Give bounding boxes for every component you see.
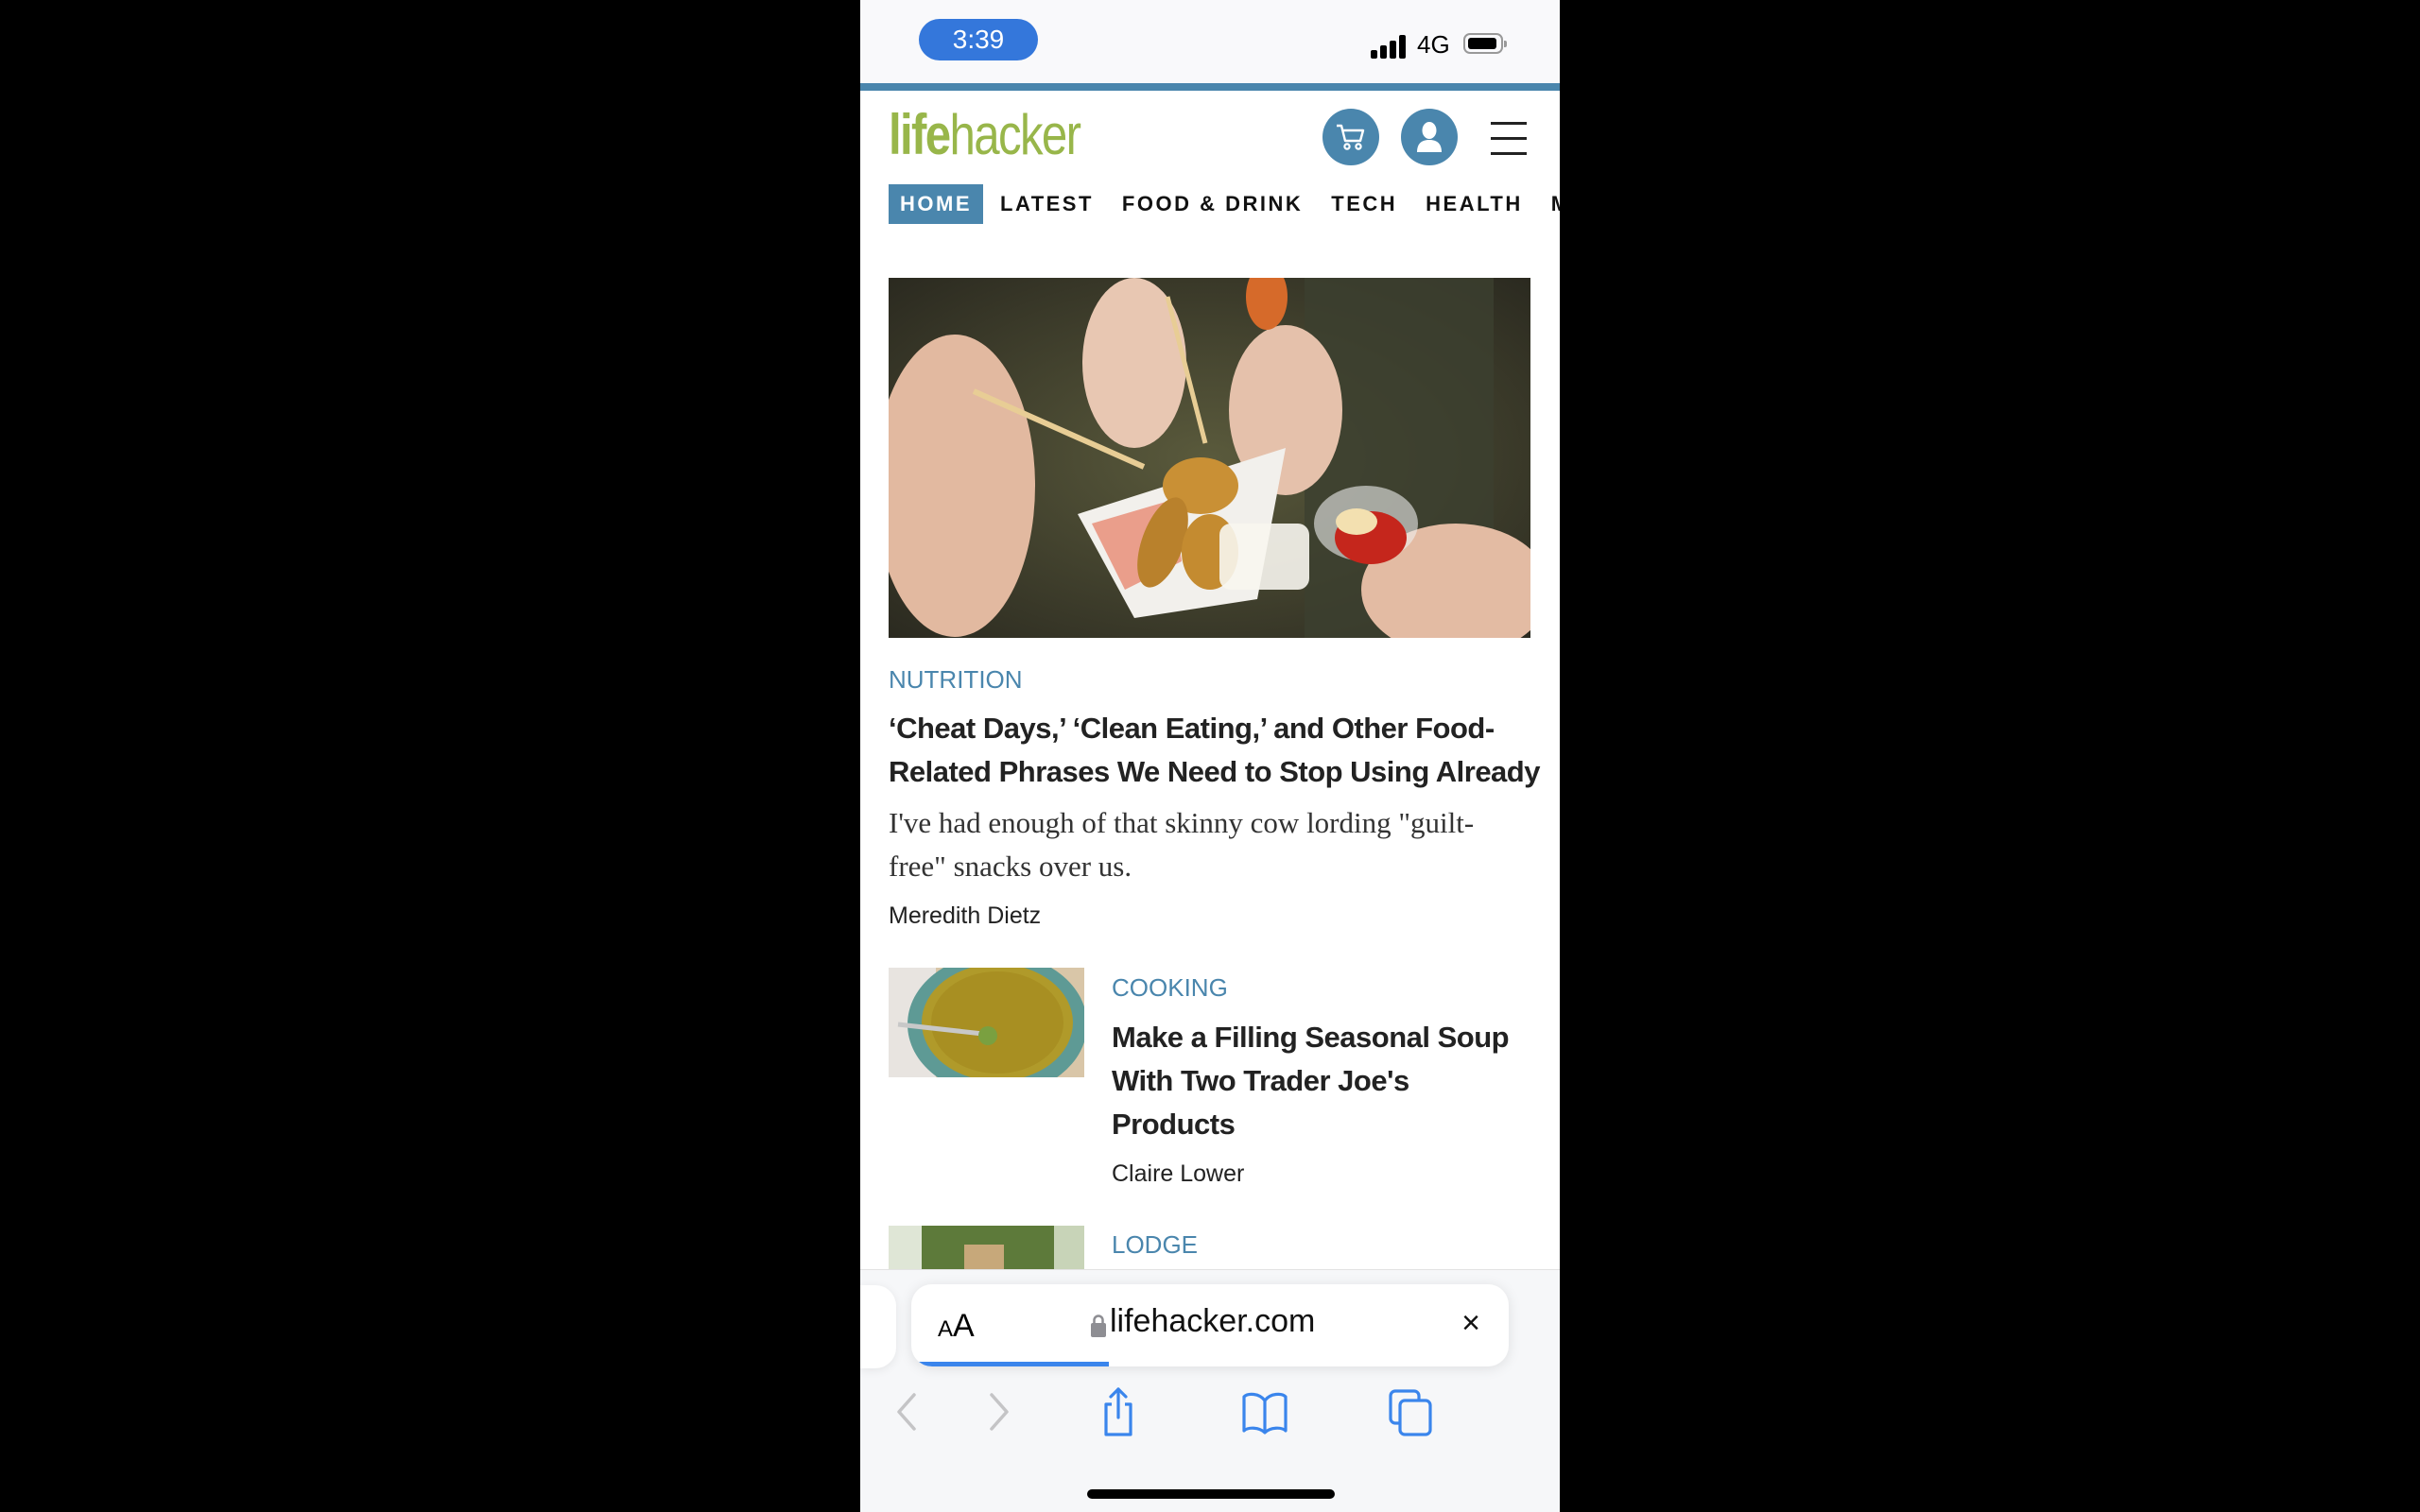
food-photo bbox=[889, 278, 1530, 638]
nav-tech[interactable]: TECH bbox=[1331, 184, 1397, 224]
featured-author[interactable]: Meredith Dietz bbox=[889, 902, 1041, 930]
site-logo[interactable]: lifehacker bbox=[889, 102, 1081, 167]
article-headline[interactable]: Make a Filling Seasonal Soup With Two Tr… bbox=[1112, 1016, 1537, 1146]
featured-summary: I've had enough of that skinny cow lordi… bbox=[889, 801, 1541, 888]
page-load-progress bbox=[911, 1362, 1109, 1366]
bookmarks-icon[interactable] bbox=[1238, 1385, 1291, 1438]
nav-food-drink[interactable]: FOOD & DRINK bbox=[1122, 184, 1303, 224]
share-icon[interactable] bbox=[1092, 1385, 1145, 1438]
headline-line: Make a Filling Seasonal Soup bbox=[1112, 1021, 1510, 1054]
tabs-icon[interactable] bbox=[1385, 1385, 1438, 1438]
soup-photo bbox=[889, 968, 1084, 1077]
article-thumbnail[interactable] bbox=[889, 968, 1084, 1077]
forward-icon[interactable] bbox=[972, 1385, 1025, 1438]
cart-icon bbox=[1337, 124, 1365, 150]
featured-headline[interactable]: ‘Cheat Days,’ ‘Clean Eating,’ and Other … bbox=[889, 707, 1541, 794]
nav-health[interactable]: HEALTH bbox=[1426, 184, 1523, 224]
nav-latest[interactable]: LATEST bbox=[1000, 184, 1094, 224]
account-button[interactable] bbox=[1401, 109, 1458, 165]
stop-loading-button[interactable]: × bbox=[1461, 1305, 1480, 1342]
browser-toolbar: AA lifehacker.com × bbox=[860, 1269, 1560, 1512]
headline-line: Related Phrases We Need to Stop Using Al… bbox=[889, 755, 1540, 788]
hamburger-icon[interactable] bbox=[1491, 119, 1527, 157]
address-bar[interactable]: AA lifehacker.com × bbox=[911, 1284, 1509, 1366]
cart-button[interactable] bbox=[1322, 109, 1379, 165]
article-thumbnail[interactable] bbox=[889, 1226, 1084, 1273]
signal-icon bbox=[1371, 34, 1409, 59]
headline-line: Products bbox=[1112, 1108, 1236, 1141]
user-icon bbox=[1417, 122, 1442, 152]
logo-light-text: hacker bbox=[949, 103, 1081, 166]
network-type: 4G bbox=[1417, 30, 1450, 59]
aa-small: A bbox=[938, 1316, 954, 1342]
headline-line: With Two Trader Joe's bbox=[1112, 1064, 1409, 1097]
nav-more[interactable]: MORE bbox=[1551, 184, 1560, 224]
text-size-button[interactable]: AA bbox=[938, 1308, 975, 1345]
phone-screen: 3:39 4G lifehacker HOME LATEST FOOD & DR… bbox=[860, 0, 1560, 1512]
headline-line: ‘Cheat Days,’ ‘Clean Eating,’ and Other … bbox=[889, 712, 1495, 745]
article-category[interactable]: COOKING bbox=[1112, 973, 1228, 1003]
featured-category[interactable]: NUTRITION bbox=[889, 665, 1023, 695]
article-category[interactable]: LODGE bbox=[1112, 1230, 1198, 1260]
summary-line: I've had enough of that skinny cow lordi… bbox=[889, 806, 1475, 839]
home-indicator[interactable] bbox=[1087, 1489, 1335, 1499]
main-nav: HOME LATEST FOOD & DRINK TECH HEALTH MOR… bbox=[889, 184, 1560, 224]
summary-line: free" snacks over us. bbox=[889, 850, 1132, 883]
status-bar: 3:39 4G bbox=[860, 0, 1560, 83]
battery-icon bbox=[1463, 33, 1507, 54]
logo-bold-text: life bbox=[889, 103, 951, 166]
url-text[interactable]: lifehacker.com bbox=[1110, 1303, 1315, 1340]
previous-tab-preview[interactable] bbox=[860, 1285, 896, 1368]
top-accent-line bbox=[860, 83, 1560, 91]
back-icon[interactable] bbox=[881, 1385, 934, 1438]
aa-large: A bbox=[953, 1308, 975, 1344]
status-time[interactable]: 3:39 bbox=[919, 19, 1038, 60]
featured-image[interactable] bbox=[889, 278, 1530, 638]
article-author[interactable]: Claire Lower bbox=[1112, 1160, 1244, 1188]
nav-home[interactable]: HOME bbox=[889, 184, 983, 224]
lock-icon bbox=[1091, 1314, 1106, 1337]
lodge-photo bbox=[889, 1226, 1084, 1273]
